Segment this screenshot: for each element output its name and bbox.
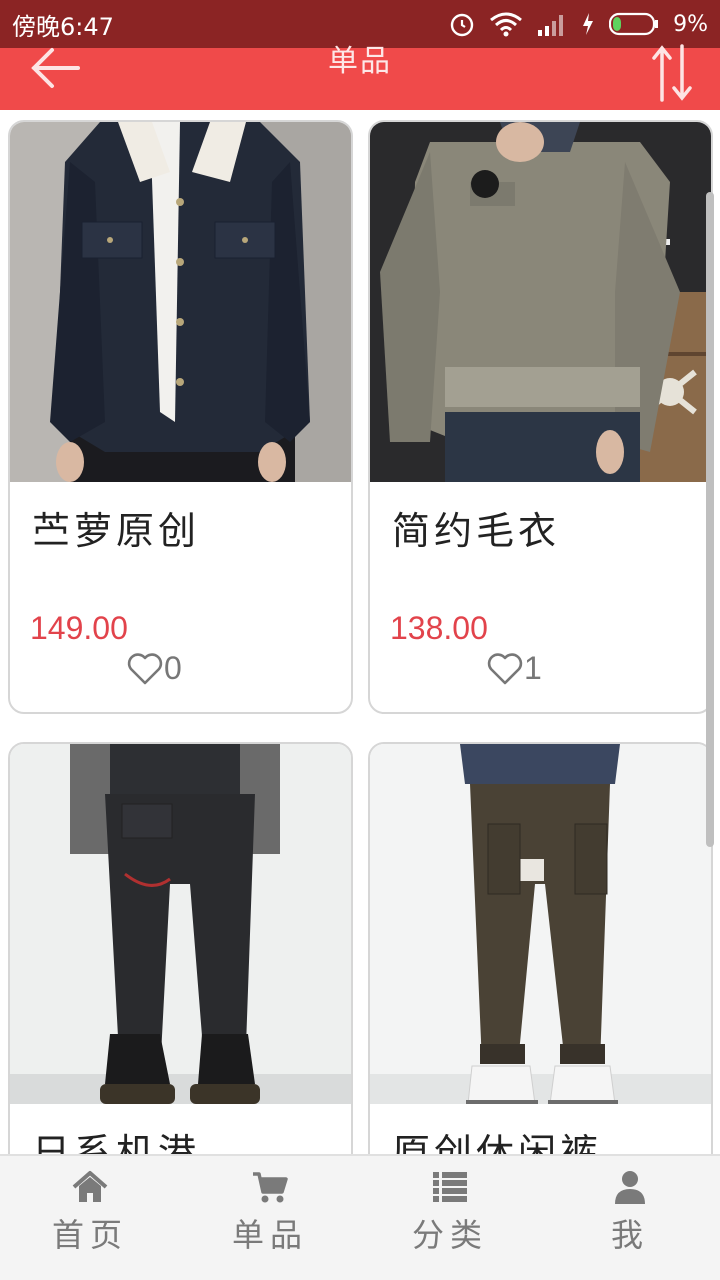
nav-item-categories[interactable]: 分类 — [360, 1156, 540, 1280]
like-counter[interactable]: 1 — [486, 650, 542, 687]
product-card[interactable]: 日系机港 — [8, 742, 353, 1154]
product-image-cargo-pants — [370, 744, 711, 1104]
product-name: 日系机港 — [32, 1131, 201, 1154]
alarm-icon — [450, 13, 474, 37]
product-image-sweater — [370, 122, 711, 482]
battery-percent: 9% — [673, 11, 708, 37]
product-image-jacket — [10, 122, 351, 482]
list-icon — [433, 1172, 467, 1202]
product-card[interactable]: 简约毛衣 138.00 1 — [368, 120, 713, 714]
app-bar: 单品 — [0, 44, 720, 110]
nav-label: 分类 — [411, 1216, 488, 1254]
heart-icon[interactable] — [126, 652, 164, 686]
product-price: 138.00 — [390, 610, 488, 646]
product-grid: 苎萝原创 149.00 0 简约毛衣 138.00 1 日系机港 原创休闲裤 — [0, 110, 720, 1154]
user-icon — [615, 1171, 645, 1204]
product-card[interactable]: 苎萝原创 149.00 0 — [8, 120, 353, 714]
battery-icon — [609, 12, 659, 36]
product-image-jeans — [10, 744, 351, 1104]
wifi-icon — [490, 12, 523, 37]
nav-label: 我 — [610, 1216, 649, 1254]
heart-icon[interactable] — [486, 652, 524, 686]
like-counter[interactable]: 0 — [126, 650, 182, 687]
nav-label: 单品 — [231, 1216, 308, 1254]
like-count: 1 — [524, 650, 542, 686]
nav-item-home[interactable]: 首页 — [0, 1156, 180, 1280]
product-name: 原创休闲裤 — [392, 1131, 603, 1154]
page-title: 单品 — [328, 44, 392, 79]
scrollbar[interactable] — [706, 192, 714, 847]
charging-icon — [583, 13, 594, 35]
product-card[interactable]: 原创休闲裤 — [368, 742, 713, 1154]
bottom-nav: 首页 单品 分类 我 — [0, 1154, 720, 1280]
product-name: 苎萝原创 — [32, 509, 201, 553]
nav-item-products[interactable]: 单品 — [180, 1156, 360, 1280]
nav-label: 首页 — [51, 1216, 128, 1254]
sort-icon[interactable] — [652, 34, 692, 104]
product-price: 149.00 — [30, 610, 128, 646]
home-icon — [72, 1171, 108, 1202]
like-count: 0 — [164, 650, 182, 686]
product-name: 简约毛衣 — [392, 509, 561, 553]
nav-item-me[interactable]: 我 — [540, 1156, 720, 1280]
cart-icon — [253, 1172, 288, 1203]
signal-icon — [538, 15, 564, 36]
